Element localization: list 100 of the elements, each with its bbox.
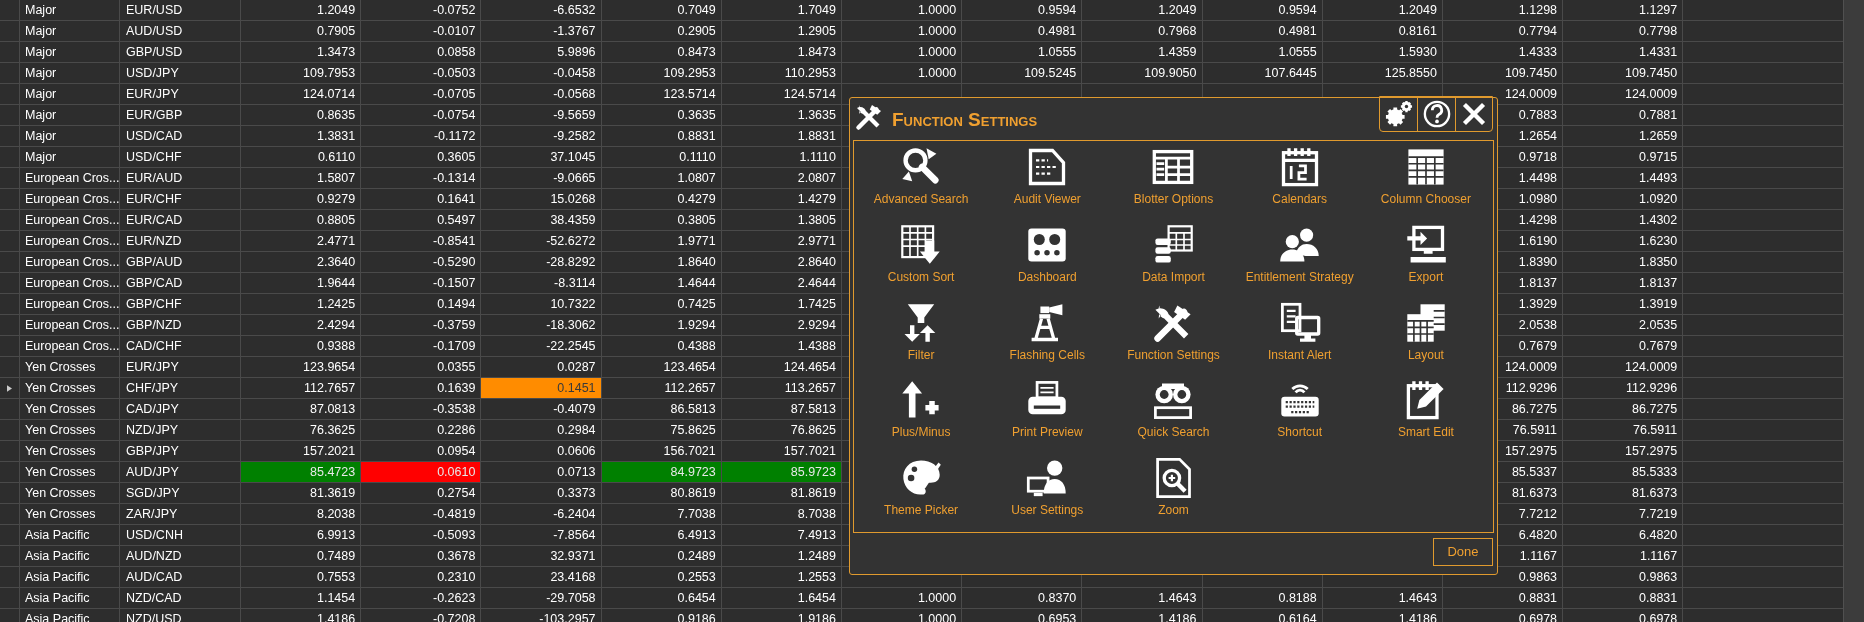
table-cell: 1.4388 [797, 339, 836, 353]
table-cell: 0.1641 [437, 192, 476, 206]
done-button[interactable]: Done [1433, 538, 1493, 566]
table-cell: AUD/NZD [126, 549, 182, 563]
table-cell: European Cros... [25, 339, 120, 353]
highlighted-cell: 0.0610 [361, 462, 482, 482]
table-cell: 1.8473 [797, 45, 836, 59]
table-cell: Yen Crosses [25, 360, 96, 374]
table-cell: -6.6532 [553, 3, 596, 17]
table-cell: 0.9594 [1278, 3, 1317, 17]
table-cell: 1.4302 [1639, 213, 1678, 227]
table-cell: Asia Pacific [25, 549, 90, 563]
table-cell: 0.8805 [316, 213, 356, 227]
table-cell: 0.3373 [557, 486, 596, 500]
table-cell: 6.4820 [1518, 528, 1558, 542]
table-cell: 80.8619 [670, 486, 716, 500]
table-cell: -9.0665 [553, 171, 596, 185]
table-cell: 1.2049 [1398, 3, 1437, 17]
table-cell: 38.4359 [550, 213, 596, 227]
table-cell: USD/CAD [126, 129, 183, 143]
table-cell: -0.1709 [432, 339, 476, 353]
table-cell: 1.4643 [1158, 591, 1197, 605]
table-cell: 86.5813 [670, 402, 716, 416]
highlighted-cell: 0.1451 [481, 378, 602, 398]
table-cell: 15.0268 [550, 192, 596, 206]
table-cell: 1.4333 [1518, 45, 1558, 59]
table-cell: 0.7905 [316, 24, 356, 38]
table-cell: 81.6373 [1511, 486, 1558, 500]
table-cell: 87.0813 [310, 402, 356, 416]
table-cell: 1.1167 [1519, 549, 1558, 563]
table-cell: Asia Pacific [25, 570, 90, 584]
table-cell: -0.0752 [432, 3, 476, 17]
table-cell: 124.4654 [783, 360, 836, 374]
table-row[interactable]: Major GBP/USD 1.3473 0.0858 5.9896 0.8473 1.8473 1.0000 1.0555 1.4359 1.0555 1.5930 1.4333 1.4331 [0, 42, 1843, 63]
table-cell: Major [25, 66, 57, 80]
table-cell: European Cros... [25, 192, 120, 206]
table-cell: 1.0000 [917, 591, 957, 605]
table-cell: 1.3831 [316, 129, 356, 143]
table-cell: 0.9388 [316, 339, 356, 353]
table-cell: 0.0858 [437, 45, 476, 59]
table-cell: 1.3919 [1639, 297, 1678, 311]
table-row[interactable]: Major USD/JPY 109.7953 -0.0503 -0.0458 109.2953 110.2953 1.0000 109.5245 109.9050 107.6445 125.8550 109.7450 109.7450 [0, 63, 1843, 84]
table-cell: 1.4498 [1518, 171, 1558, 185]
table-cell: 85.5337 [1511, 465, 1558, 479]
table-cell: 1.3473 [316, 45, 356, 59]
table-cell: 1.4644 [677, 276, 716, 290]
table-cell: 75.8625 [670, 423, 716, 437]
table-cell: -0.4819 [432, 507, 476, 521]
table-cell: EUR/NZD [126, 234, 182, 248]
table-cell: 1.2659 [1639, 129, 1678, 143]
table-cell: 0.6454 [677, 591, 716, 605]
table-cell: 32.9371 [550, 549, 596, 563]
table-cell: 107.6445 [1264, 66, 1317, 80]
table-cell: 0.5497 [437, 213, 476, 227]
table-cell: EUR/USD [126, 3, 183, 17]
table-cell: 2.9294 [797, 318, 836, 332]
table-cell: 109.7450 [1504, 66, 1558, 80]
table-cell: 124.0009 [1504, 360, 1558, 374]
table-cell: EUR/AUD [126, 171, 183, 185]
table-cell: GBP/AUD [126, 255, 183, 269]
scrollbar-track[interactable] [1843, 0, 1864, 622]
table-cell: European Cros... [25, 318, 120, 332]
table-row[interactable]: Major EUR/USD 1.2049 -0.0752 -6.6532 0.7049 1.7049 1.0000 0.9594 1.2049 0.9594 1.2049 1.1298 1.1297 [0, 0, 1843, 21]
table-cell: 1.1454 [316, 591, 356, 605]
table-cell: Yen Crosses [25, 444, 96, 458]
table-cell: -7.8564 [553, 528, 596, 542]
table-cell: 1.3635 [797, 108, 836, 122]
table-cell: 113.2657 [784, 381, 836, 395]
table-cell: 0.7798 [1639, 24, 1678, 38]
table-cell: 1.6454 [797, 591, 836, 605]
table-cell: 6.9913 [316, 528, 356, 542]
table-cell: CAD/CHF [126, 339, 182, 353]
table-cell: -0.0503 [432, 66, 476, 80]
table-row[interactable]: Asia Pacific NZD/CAD 1.1454 -0.2623 -29.7058 0.6454 1.6454 1.0000 0.8370 1.4643 0.8188 1.4643 0.8831 0.8831 [0, 588, 1843, 609]
table-cell: GBP/CHF [126, 297, 182, 311]
table-cell: 157.7021 [783, 444, 836, 458]
table-cell: -0.2623 [432, 591, 476, 605]
table-cell: 81.3619 [310, 486, 356, 500]
table-cell: 6.4913 [677, 528, 716, 542]
table-cell: Yen Crosses [25, 423, 96, 437]
table-row[interactable]: Major AUD/USD 0.7905 -0.0107 -1.3767 0.2905 1.2905 1.0000 0.4981 0.7968 0.4981 0.8161 0.7794 0.7798 [0, 21, 1843, 42]
table-cell: 0.6110 [317, 150, 356, 164]
table-cell: GBP/JPY [126, 444, 179, 458]
table-cell: 7.7212 [1518, 507, 1558, 521]
table-cell: 0.8635 [316, 108, 356, 122]
table-cell: GBP/NZD [126, 318, 182, 332]
table-cell: -29.7058 [546, 591, 596, 605]
table-cell: 124.0009 [1625, 360, 1678, 374]
table-cell: 0.7553 [316, 570, 356, 584]
table-cell: 110.2953 [784, 66, 836, 80]
table-cell: 1.1297 [1639, 3, 1678, 17]
table-cell: 1.4279 [797, 192, 836, 206]
table-cell: 1.1167 [1639, 549, 1678, 563]
table-cell: 6.4820 [1639, 528, 1678, 542]
table-cell: USD/CNH [126, 528, 183, 542]
table-cell: -0.8541 [432, 234, 476, 248]
table-cell: 1.4493 [1639, 171, 1678, 185]
table-cell: 123.9654 [303, 360, 356, 374]
table-cell: AUD/USD [126, 24, 183, 38]
table-cell: 1.8350 [1639, 255, 1678, 269]
